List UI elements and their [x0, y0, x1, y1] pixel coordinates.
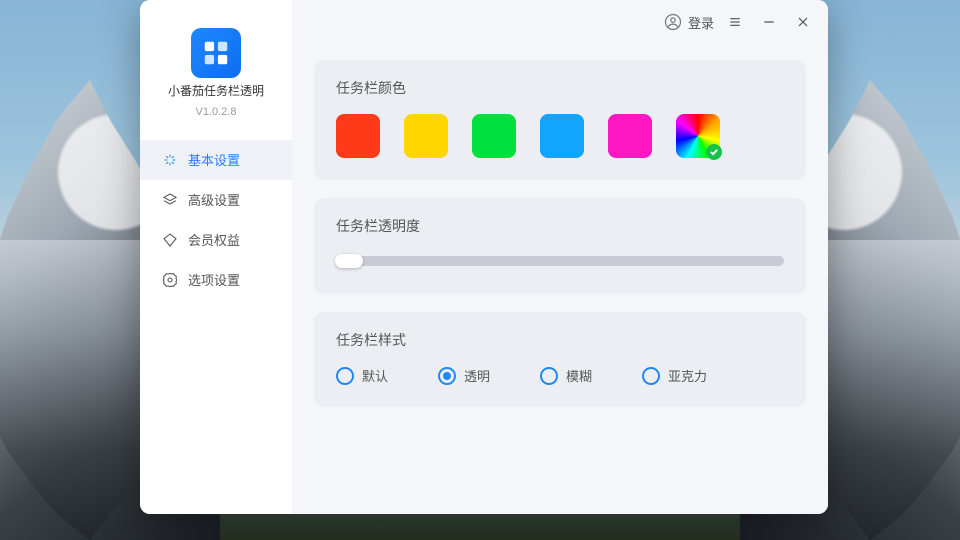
color-swatches — [336, 114, 784, 158]
panel-title: 任务栏样式 — [336, 330, 784, 350]
nav-label: 会员权益 — [188, 230, 240, 249]
layers-icon — [162, 192, 178, 208]
style-options: 默认 透明 模糊 亚克力 — [336, 366, 784, 385]
close-button[interactable] — [790, 9, 816, 35]
sparkle-icon — [162, 152, 178, 168]
gear-icon — [162, 272, 178, 288]
hamburger-icon — [727, 14, 743, 30]
minimize-button[interactable] — [756, 9, 782, 35]
login-button[interactable]: 登录 — [664, 13, 714, 32]
nav-item-options[interactable]: 选项设置 — [140, 260, 292, 300]
radio-ring — [642, 367, 660, 385]
radio-label: 透明 — [464, 366, 490, 385]
opacity-panel: 任务栏透明度 — [314, 198, 806, 294]
nav: 基本设置 高级设置 会员权益 选项设置 — [140, 140, 292, 300]
app-window: 登录 小番茄 — [140, 0, 828, 514]
nav-label: 基本设置 — [188, 150, 240, 169]
nav-item-member[interactable]: 会员权益 — [140, 220, 292, 260]
color-swatch-red[interactable] — [336, 114, 380, 158]
style-option-default[interactable]: 默认 — [336, 366, 388, 385]
content: 任务栏颜色 任务栏透明度 任务栏样式 默认 透明 模糊 亚克力 — [292, 0, 828, 514]
color-swatch-custom[interactable] — [676, 114, 720, 158]
radio-ring — [540, 367, 558, 385]
style-option-acrylic[interactable]: 亚克力 — [642, 366, 707, 385]
radio-label: 亚克力 — [668, 366, 707, 385]
opacity-slider[interactable] — [336, 254, 784, 268]
desktop-wallpaper: 登录 小番茄 — [0, 0, 960, 540]
color-swatch-yellow[interactable] — [404, 114, 448, 158]
style-panel: 任务栏样式 默认 透明 模糊 亚克力 — [314, 312, 806, 407]
radio-ring — [438, 367, 456, 385]
check-icon — [706, 144, 722, 160]
radio-ring — [336, 367, 354, 385]
user-icon — [664, 13, 682, 31]
style-option-blur[interactable]: 模糊 — [540, 366, 592, 385]
color-swatch-green[interactable] — [472, 114, 516, 158]
color-swatch-magenta[interactable] — [608, 114, 652, 158]
nav-item-basic[interactable]: 基本设置 — [140, 140, 292, 180]
slider-track — [336, 256, 784, 266]
menu-button[interactable] — [722, 9, 748, 35]
titlebar: 登录 — [140, 0, 828, 44]
panel-title: 任务栏颜色 — [336, 78, 784, 98]
app-name: 小番茄任务栏透明 — [168, 84, 264, 100]
app-version: V1.0.2.8 — [196, 106, 237, 118]
close-icon — [795, 14, 811, 30]
radio-label: 默认 — [362, 366, 388, 385]
color-swatch-blue[interactable] — [540, 114, 584, 158]
sidebar: 小番茄任务栏透明 V1.0.2.8 基本设置 高级设置 会员权益 — [140, 0, 292, 514]
panel-title: 任务栏透明度 — [336, 216, 784, 236]
nav-label: 选项设置 — [188, 270, 240, 289]
style-option-transparent[interactable]: 透明 — [438, 366, 490, 385]
nav-item-advanced[interactable]: 高级设置 — [140, 180, 292, 220]
login-label: 登录 — [688, 13, 714, 32]
color-panel: 任务栏颜色 — [314, 60, 806, 180]
minimize-icon — [761, 14, 777, 30]
slider-thumb[interactable] — [335, 254, 363, 268]
diamond-icon — [162, 232, 178, 248]
radio-label: 模糊 — [566, 366, 592, 385]
nav-label: 高级设置 — [188, 190, 240, 209]
